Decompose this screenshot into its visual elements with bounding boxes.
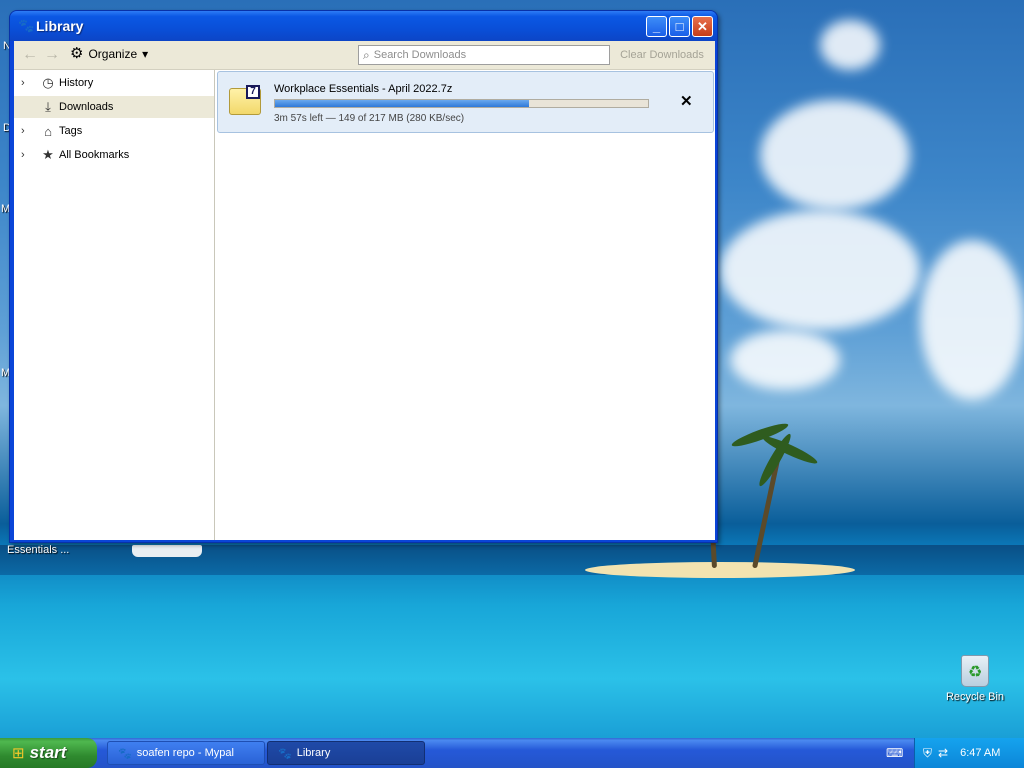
search-box[interactable]: ⌕	[358, 45, 610, 65]
search-icon: ⌕	[363, 47, 370, 62]
minimize-button[interactable]: _	[646, 16, 667, 37]
download-icon: ⤓	[45, 99, 51, 114]
download-status: 3m 57s left — 149 of 217 MB (280 KB/sec)	[274, 113, 465, 124]
shield-icon[interactable]: ⛨	[923, 746, 932, 761]
expand-arrow-icon[interactable]: ›	[21, 149, 33, 161]
chevron-down-icon: ▾	[142, 47, 149, 61]
network-icon[interactable]: ⇄	[938, 746, 948, 760]
sidebar-item-downloads[interactable]: ⤓ Downloads	[14, 96, 214, 118]
taskbar-button-label: soafen repo - Mypal	[136, 747, 234, 759]
expand-arrow-icon[interactable]: ›	[21, 77, 33, 89]
boat	[132, 545, 202, 557]
organize-label: Organize	[88, 47, 138, 61]
cancel-download-icon[interactable]: ✕	[680, 92, 693, 110]
library-app-icon: 🐾	[278, 747, 292, 760]
close-button[interactable]: ✕	[692, 16, 713, 37]
cloud	[720, 210, 920, 330]
toolbar: ← → ⚙ Organize ▾ ⌕ Clear Downloads	[14, 41, 715, 70]
7z-badge: 7	[246, 85, 260, 99]
recycle-bin-icon	[961, 655, 989, 687]
clear-downloads-button[interactable]: Clear Downloads	[614, 44, 710, 66]
window-client: ← → ⚙ Organize ▾ ⌕ Clear Downloads › ◷ H…	[14, 41, 715, 540]
download-filename: Workplace Essentials - April 2022.7z	[274, 83, 453, 95]
keyboard-icon[interactable]: ⌨	[886, 746, 903, 760]
sidebar-item-label: All Bookmarks	[59, 149, 130, 161]
star-icon: ★	[42, 147, 54, 162]
desktop-icon-label[interactable]: Essentials ...	[7, 544, 69, 556]
forward-arrow-icon[interactable]: →	[44, 46, 60, 64]
taskbar: ⊞ start 🐾 soafen repo - Mypal 🐾 Library …	[0, 738, 1024, 768]
start-label: start	[29, 743, 67, 762]
sidebar-item-label: Tags	[59, 125, 83, 137]
download-progress-bar	[274, 99, 649, 108]
sidebar-item-label: Downloads	[59, 101, 114, 113]
download-item[interactable]: 7 Workplace Essentials - April 2022.7z 3…	[217, 71, 714, 133]
sidebar-item-label: History	[59, 77, 94, 89]
library-window: 🐾 Library _ □ ✕ ← → ⚙ Organize ▾ ⌕ Clear…	[9, 10, 718, 543]
download-progress-fill	[275, 100, 529, 107]
library-app-icon: 🐾	[18, 18, 35, 33]
sidebar: › ◷ History ⤓ Downloads › ⌂ Tags › ★ All…	[14, 70, 215, 540]
taskbar-button-label: Library	[296, 747, 331, 759]
back-arrow-icon[interactable]: ←	[22, 46, 38, 64]
archive-file-icon: 7	[229, 85, 261, 115]
taskbar-button-mypal[interactable]: 🐾 soafen repo - Mypal	[107, 741, 265, 765]
title-bar[interactable]: 🐾 Library _ □ ✕	[10, 11, 717, 41]
sidebar-item-all-bookmarks[interactable]: › ★ All Bookmarks	[14, 144, 214, 166]
downloads-list: 7 Workplace Essentials - April 2022.7z 3…	[216, 70, 715, 540]
mypal-app-icon: 🐾	[118, 747, 132, 760]
clock[interactable]: 6:47 AM	[960, 747, 1000, 759]
system-tray: ⛨ ⇄ 6:47 AM	[914, 738, 1024, 768]
expand-arrow-icon[interactable]: ›	[21, 125, 33, 137]
organize-menu-button[interactable]: ⚙ Organize ▾	[70, 45, 149, 62]
island	[585, 562, 855, 578]
start-button[interactable]: ⊞ start	[0, 738, 97, 768]
recycle-bin-desktop-icon[interactable]: Recycle Bin	[945, 655, 1005, 703]
taskbar-button-library[interactable]: 🐾 Library	[267, 741, 425, 765]
sidebar-item-history[interactable]: › ◷ History	[14, 72, 214, 94]
search-input[interactable]	[373, 49, 594, 61]
clock-icon: ◷	[42, 75, 54, 90]
maximize-button[interactable]: □	[669, 16, 690, 37]
windows-flag-icon: ⊞	[12, 745, 25, 762]
tag-icon: ⌂	[44, 123, 52, 139]
cloud	[820, 20, 880, 70]
cloud	[760, 100, 910, 210]
window-title: Library	[36, 18, 84, 34]
sidebar-item-tags[interactable]: › ⌂ Tags	[14, 120, 214, 142]
gear-icon: ⚙	[70, 45, 84, 62]
cloud	[920, 240, 1024, 400]
cloud	[730, 330, 840, 390]
recycle-bin-label: Recycle Bin	[945, 691, 1005, 703]
